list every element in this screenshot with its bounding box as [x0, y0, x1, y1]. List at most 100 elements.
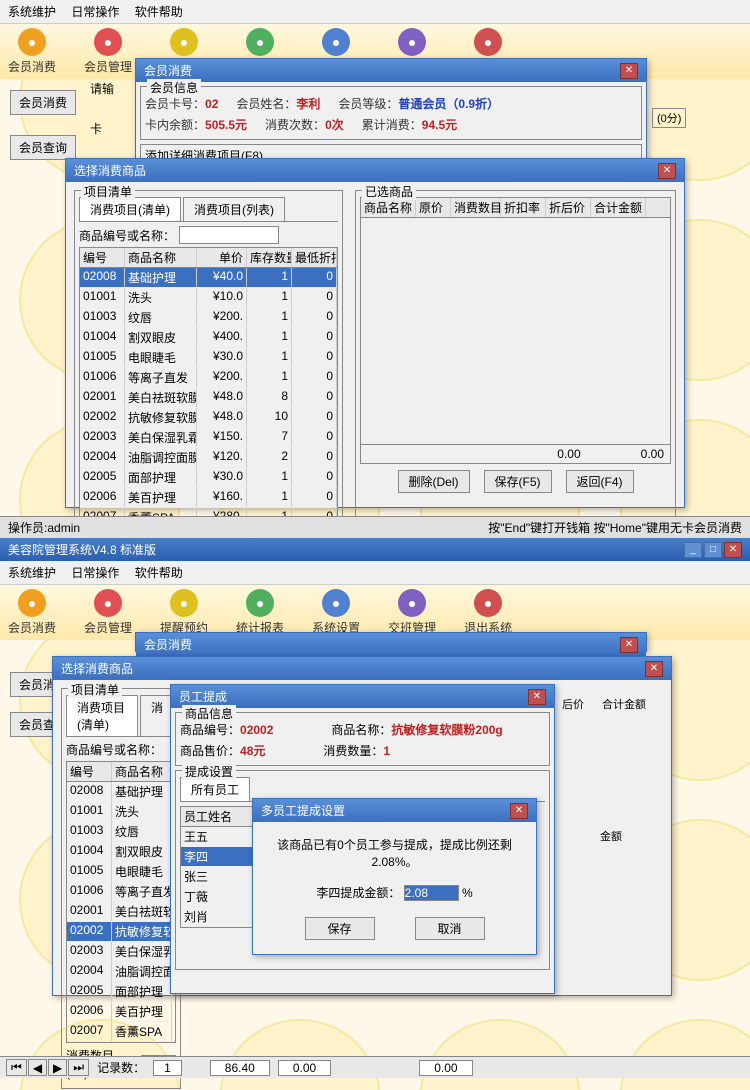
selected-group: 已选商品 商品名称 原价 消费数目 折扣率 折后价 合计金额 0.00 0.00… [355, 190, 676, 566]
table-row[interactable]: 01004割双眼皮¥400.10 [80, 328, 337, 348]
table-row[interactable]: 02002抗敏修复软膜 [67, 922, 175, 942]
menu-sys[interactable]: 系统维护 [8, 566, 56, 580]
tab-all-emp[interactable]: 所有员工 [180, 777, 250, 801]
table-row[interactable]: 01005电眼睫毛 [67, 862, 175, 882]
tab-grid2[interactable]: 消 [140, 695, 174, 736]
close-icon[interactable]: ✕ [620, 637, 638, 653]
table-row[interactable]: 01006等离子直发 [67, 882, 175, 902]
table-row[interactable]: 02005面部护理 [67, 982, 175, 1002]
card-no-label: 会员卡号： [145, 97, 205, 111]
table-row[interactable]: 02006美百护理¥160.10 [80, 488, 337, 508]
table-row[interactable]: 02001美白祛斑软膜粉¥48.080 [80, 388, 337, 408]
toolbar-icon: ● [322, 589, 350, 617]
statusbar: 操作员:admin 按"End"键打开钱箱 按"Home"键用无卡会员消费 [0, 516, 750, 538]
table-row[interactable]: 01001洗头 [67, 802, 175, 822]
toolbar-item-1[interactable]: ●会员管理 [84, 589, 132, 636]
close-icon[interactable]: ✕ [528, 689, 546, 705]
toolbar-icon: ● [18, 589, 46, 617]
th-emp-name: 员工姓名 [181, 807, 254, 826]
side-member-query[interactable]: 会员查询 [10, 135, 76, 160]
nav-first-button[interactable]: ⏮ [6, 1059, 27, 1076]
delete-button[interactable]: 删除(Del) [398, 470, 470, 493]
table-row[interactable]: 01001洗头¥10.010 [80, 288, 337, 308]
th-name: 商品名称 [125, 248, 197, 267]
minimize-icon[interactable]: _ [684, 542, 702, 558]
member-level-value: 普通会员（0.9折） [398, 97, 499, 111]
menu-sys[interactable]: 系统维护 [8, 5, 56, 19]
toolbar-item-3[interactable]: ●统计报表 [236, 589, 284, 636]
table-row[interactable]: 02007香薰SPA [67, 1022, 175, 1042]
tab-grid[interactable]: 消费项目(列表) [183, 197, 285, 221]
toolbar-item-1[interactable]: ●会员管理 [84, 28, 132, 75]
table-row[interactable]: 张三 [181, 867, 254, 887]
tab-list[interactable]: 消费项目(清单) [79, 197, 181, 221]
menu-daily[interactable]: 日常操作 [71, 5, 119, 19]
table-row[interactable]: 王五 [181, 827, 254, 847]
toolbar-item-0[interactable]: ●会员消费 [8, 28, 56, 75]
table-row[interactable]: 丁薇 [181, 887, 254, 907]
col-amt: 金额 [600, 828, 622, 844]
product-list-title: 项目清单 [81, 183, 135, 200]
toolbar-icon: ● [398, 28, 426, 56]
points-box: (0分) [652, 108, 686, 128]
search-input[interactable] [179, 226, 279, 244]
table-row[interactable]: 02004油脂调控面膜2¥120.20 [80, 448, 337, 468]
save-button[interactable]: 保存(F5) [484, 470, 552, 493]
table-row[interactable]: 02008基础护理 [67, 782, 175, 802]
toolbar-icon: ● [322, 28, 350, 56]
close-icon[interactable]: ✕ [658, 163, 676, 179]
toolbar-item-6[interactable]: ●退出系统 [464, 589, 512, 636]
statusbar-hint: 按"End"键打开钱箱 按"Home"键用无卡会员消费 [488, 519, 742, 536]
menu-help[interactable]: 软件帮助 [135, 566, 183, 580]
nav-prev-button[interactable]: ◀ [28, 1059, 47, 1076]
record-label: 记录数： [97, 1059, 145, 1076]
selected-title: 已选商品 [362, 183, 416, 200]
toolbar-icon: ● [18, 28, 46, 56]
table-row[interactable]: 刘肖 [181, 907, 254, 927]
table-row[interactable]: 02002抗敏修复软膜粉¥48.0100 [80, 408, 337, 428]
toolbar-item-2[interactable]: ●提醒预约 [160, 589, 208, 636]
menu-daily[interactable]: 日常操作 [71, 566, 119, 580]
table-row[interactable]: 01003纹唇¥200.10 [80, 308, 337, 328]
th-sel-price: 原价 [416, 198, 451, 217]
maximize-icon[interactable]: □ [704, 542, 722, 558]
table-row[interactable]: 02003美白保湿乳霜1¥150.70 [80, 428, 337, 448]
dialog-cancel-button[interactable]: 取消 [415, 917, 485, 940]
tab-list2[interactable]: 消费项目(清单) [66, 695, 138, 736]
side-member-consume[interactable]: 会员消费 [10, 90, 76, 115]
commission-setting-title: 提成设置 [182, 763, 236, 780]
app-titlebar[interactable]: 美容院管理系统V4.8 标准版 _ □ ✕ [0, 538, 750, 561]
select-titlebar[interactable]: 选择消费商品 ✕ [66, 159, 684, 182]
toolbar-item-5[interactable]: ●交班管理 [388, 589, 436, 636]
table-row[interactable]: 01003纹唇 [67, 822, 175, 842]
close-icon[interactable]: ✕ [724, 542, 742, 558]
table-row[interactable]: 01004割双眼皮 [67, 842, 175, 862]
table-row[interactable]: 02008基础护理¥40.010 [80, 268, 337, 288]
toolbar-item-4[interactable]: ●系统设置 [312, 589, 360, 636]
th-price: 单价 [197, 248, 247, 267]
dialog-save-button[interactable]: 保存 [305, 917, 375, 940]
table-row[interactable]: 02004油脂调控面膜 [67, 962, 175, 982]
menubar2: 系统维护 日常操作 软件帮助 [0, 561, 750, 585]
close-icon[interactable]: ✕ [645, 661, 663, 677]
table-row[interactable]: 李四 [181, 847, 254, 867]
table-row[interactable]: 01005电眼睫毛¥30.010 [80, 348, 337, 368]
table-row[interactable]: 02001美白祛斑软膜 [67, 902, 175, 922]
th-disc: 最低折扣 [292, 248, 337, 267]
nav-next-button[interactable]: ▶ [48, 1059, 67, 1076]
table-row[interactable]: 02006美百护理 [67, 1002, 175, 1022]
consume-titlebar[interactable]: 会员消费 ✕ [136, 59, 646, 82]
close-icon[interactable]: ✕ [510, 803, 528, 819]
table-row[interactable]: 02005面部护理¥30.010 [80, 468, 337, 488]
close-icon[interactable]: ✕ [620, 63, 638, 79]
back-button[interactable]: 返回(F4) [566, 470, 634, 493]
nav-last-button[interactable]: ⏭ [68, 1059, 89, 1076]
table-row[interactable]: 02003美白保湿乳霜 [67, 942, 175, 962]
toolbar-item-0[interactable]: ●会员消费 [8, 589, 56, 636]
member-name-label: 会员姓名： [236, 97, 296, 111]
employee-table: 员工姓名 王五李四张三丁薇刘肖 [180, 806, 255, 928]
amt-input[interactable] [404, 885, 459, 901]
total-qty: 0.00 [557, 447, 580, 461]
table-row[interactable]: 01006等离子直发¥200.10 [80, 368, 337, 388]
menu-help[interactable]: 软件帮助 [135, 5, 183, 19]
